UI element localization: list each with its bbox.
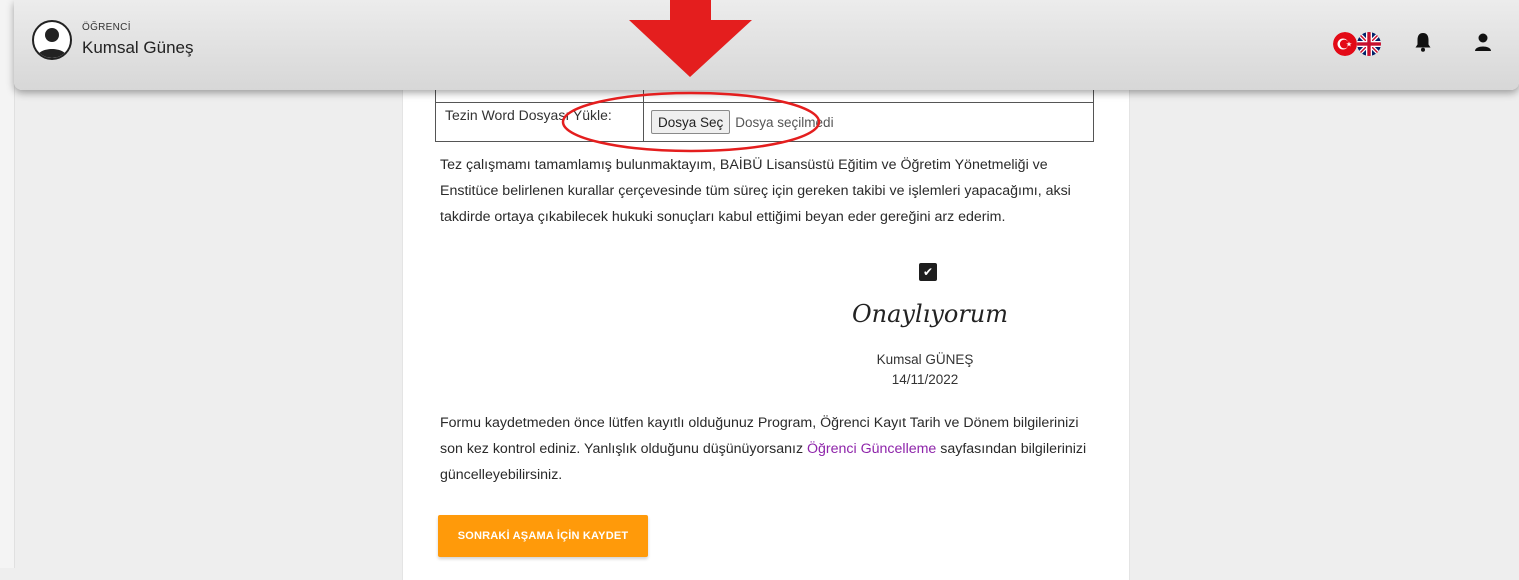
approval-checkbox[interactable]: ✔	[919, 263, 937, 281]
notice-text: Formu kaydetmeden önce lütfen kayıtlı ol…	[440, 410, 1100, 488]
top-header-bar	[14, 0, 1519, 90]
user-icon[interactable]	[1473, 32, 1493, 52]
signature-image: Onaylıyorum	[852, 300, 1008, 328]
checkmark-icon: ✔	[922, 265, 934, 279]
red-arrow-annotation	[629, 0, 752, 77]
sign-date: 14/11/2022	[891, 372, 959, 387]
red-ellipse-annotation	[561, 91, 821, 153]
uk-flag-icon[interactable]	[1357, 32, 1381, 56]
save-next-step-button[interactable]: SONRAKİ AŞAMA İÇİN KAYDET	[438, 515, 648, 557]
bell-icon[interactable]	[1414, 32, 1432, 52]
signature-text: Onaylıyorum	[852, 300, 1008, 328]
user-name: Kumsal Güneş	[82, 38, 194, 57]
avatar-icon[interactable]	[32, 20, 72, 60]
left-sidebar-strip	[0, 0, 15, 568]
declaration-text: Tez çalışmamı tamamlamış bulunmaktayım, …	[440, 157, 1071, 225]
turkish-flag-icon[interactable]	[1333, 32, 1357, 56]
user-role: ÖĞRENCİ	[82, 22, 131, 33]
signer-name: Kumsal GÜNEŞ	[876, 352, 974, 367]
student-update-link[interactable]: Öğrenci Güncelleme	[807, 441, 936, 457]
